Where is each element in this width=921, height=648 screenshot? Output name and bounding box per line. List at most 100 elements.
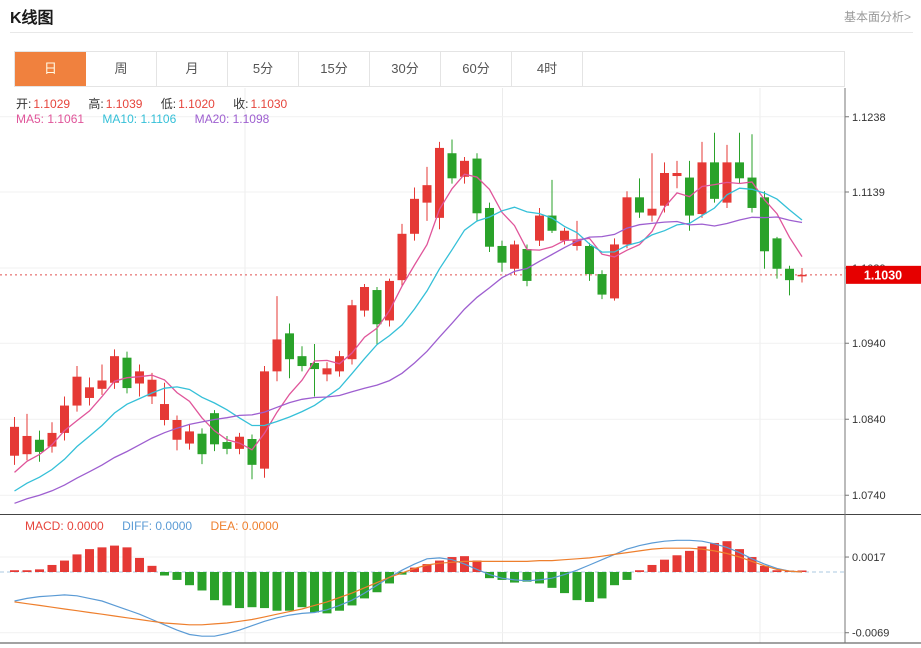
ma5-readout: MA5: 1.1061 (16, 112, 84, 126)
candle-body (260, 371, 269, 468)
macd-bar (298, 572, 307, 607)
diff-line (15, 540, 803, 636)
page-title: K线图 (10, 4, 54, 28)
tab-周[interactable]: 周 (86, 52, 157, 86)
macd-bar (660, 560, 669, 572)
candle-body (623, 197, 632, 244)
candle-body (510, 244, 519, 268)
macd-bar (148, 566, 157, 572)
candle-body (85, 387, 94, 398)
macd-bar (48, 565, 57, 572)
title-divider (10, 32, 913, 33)
candle-body (210, 413, 219, 444)
candle-body (185, 431, 194, 443)
ma5-line (15, 174, 803, 472)
macd-bar (248, 572, 257, 607)
macd-bar (635, 570, 644, 572)
macd-bar (235, 572, 244, 608)
macd-bar (773, 570, 782, 572)
macd-bar (10, 570, 19, 572)
tab-60分[interactable]: 60分 (441, 52, 512, 86)
candle-body (773, 238, 782, 268)
axis-label: 1.1238 (852, 112, 886, 124)
candle-body (423, 185, 432, 202)
macd-bar (110, 546, 119, 572)
tab-bar-filler (583, 52, 844, 86)
candle-body (560, 231, 569, 241)
candle-body (448, 153, 457, 178)
candle-body (123, 358, 132, 388)
candle-body (285, 333, 294, 359)
macd-bar (685, 551, 694, 572)
dea-line (15, 548, 803, 625)
macd-bar (60, 561, 69, 572)
tab-日[interactable]: 日 (15, 52, 86, 86)
axis-label: 0.0017 (852, 552, 886, 564)
ohlc-readout: 开:1.1029 高:1.1039 低:1.1020 收:1.1030 (16, 95, 302, 112)
macd-bar (585, 572, 594, 602)
axis-label: 1.0740 (852, 490, 886, 502)
candle-body (360, 287, 369, 311)
macd-bar (435, 561, 444, 572)
current-price-label: 1.1030 (864, 268, 902, 282)
candle-body (485, 208, 494, 247)
candle-body (660, 173, 669, 206)
candle-body (198, 434, 207, 455)
dea-readout: DEA: 0.0000 (210, 519, 278, 533)
macd-bar (273, 572, 282, 611)
candle-body (498, 246, 507, 263)
candle-body (785, 269, 794, 280)
macd-bar (98, 547, 107, 572)
macd-bar (210, 572, 219, 600)
high-readout: 高:1.1039 (88, 97, 142, 111)
macd-bar (710, 543, 719, 572)
candle-body (373, 290, 382, 324)
candle-body (760, 197, 769, 251)
ma10-line (15, 188, 803, 491)
candle-body (648, 209, 657, 216)
candle-body (535, 216, 544, 241)
macd-bar (648, 565, 657, 572)
candle-body (223, 442, 232, 449)
candle-body (735, 162, 744, 178)
candle-body (298, 356, 307, 366)
candle-body (710, 162, 719, 198)
ma20-readout: MA20: 1.1098 (195, 112, 270, 126)
kline-page: 1.12381.11391.10391.09401.08401.07400.00… (0, 0, 921, 648)
ma20-line (15, 217, 803, 503)
candle-body (323, 368, 332, 374)
tab-30分[interactable]: 30分 (370, 52, 441, 86)
macd-readout: MACD: 0.0000 (25, 519, 104, 533)
candle-body (23, 436, 32, 454)
candle-body (673, 173, 682, 176)
macd-bar (548, 572, 557, 588)
tab-月[interactable]: 月 (157, 52, 228, 86)
candle-body (248, 439, 257, 465)
macd-bar (223, 572, 232, 605)
candle-body (410, 199, 419, 234)
period-tab-bar: 日周月5分15分30分60分4时 (14, 51, 845, 87)
fundamental-analysis-link[interactable]: 基本面分析> (844, 8, 911, 25)
macd-bar (510, 572, 519, 583)
candle-body (523, 249, 532, 281)
tab-5分[interactable]: 5分 (228, 52, 299, 86)
macd-bar (160, 572, 169, 576)
low-readout: 低:1.1020 (161, 97, 215, 111)
candle-body (585, 246, 594, 274)
macd-bar (285, 572, 294, 611)
candle-body (348, 305, 357, 359)
candle-body (635, 197, 644, 212)
axis-label: 1.1139 (852, 187, 885, 199)
candle-body (598, 274, 607, 295)
macd-bar (598, 572, 607, 598)
tab-15分[interactable]: 15分 (299, 52, 370, 86)
ma10-readout: MA10: 1.1106 (102, 112, 176, 126)
tab-4时[interactable]: 4时 (512, 52, 583, 86)
axis-label: 1.0940 (852, 338, 886, 350)
macd-bar (260, 572, 269, 608)
candle-body (73, 377, 82, 406)
macd-bar (23, 570, 32, 572)
candle-body (473, 159, 482, 214)
candle-body (435, 148, 444, 218)
macd-bar (185, 572, 194, 585)
